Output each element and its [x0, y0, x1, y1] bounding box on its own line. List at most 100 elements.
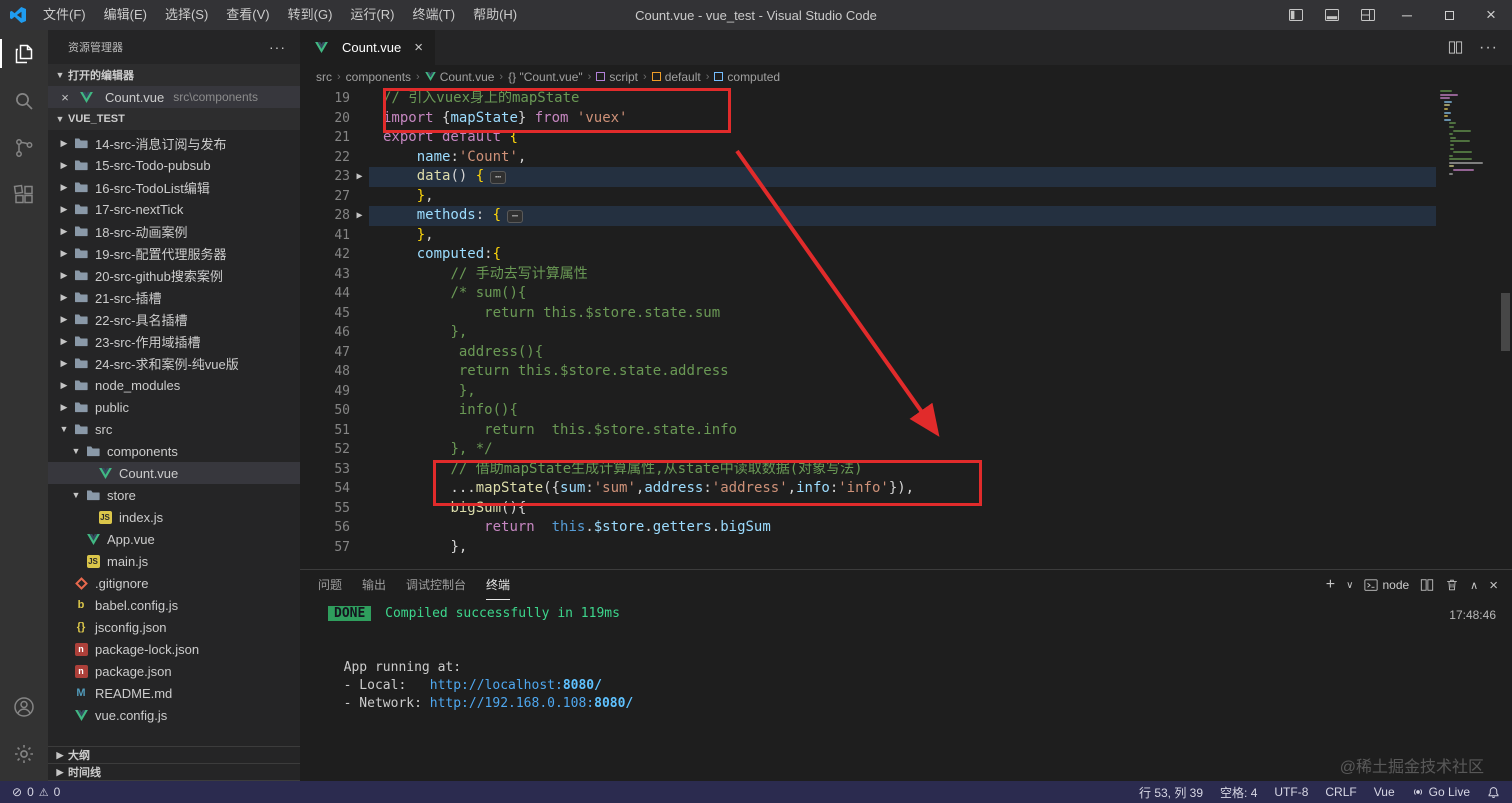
tree-item[interactable]: ▶ 15-src-Todo-pubsub [48, 154, 300, 176]
tree-item[interactable]: n package-lock.json [48, 638, 300, 660]
menu-item[interactable]: 查看(V) [217, 0, 278, 30]
fold-chevron-icon[interactable]: ▶ [350, 167, 369, 187]
tree-item[interactable]: App.vue [48, 528, 300, 550]
status-problems[interactable]: ⊘ 0 ⚠ 0 [12, 785, 60, 799]
account-icon[interactable] [0, 683, 48, 730]
tree-item[interactable]: .gitignore [48, 572, 300, 594]
tree-item[interactable]: ▶ 19-src-配置代理服务器 [48, 242, 300, 264]
project-section-header[interactable]: ▼ VUE_TEST [48, 108, 300, 130]
code-line[interactable]: 43 // 手动去写计算属性 [300, 265, 1436, 285]
breadcrumb-item[interactable]: default [651, 70, 701, 84]
tree-item[interactable]: ▶ 22-src-具名插槽 [48, 308, 300, 330]
customize-layout-icon[interactable] [1350, 0, 1386, 30]
code-line[interactable]: 19 // 引入vuex身上的mapState [300, 89, 1436, 109]
code-line[interactable]: 52 }, */ [300, 440, 1436, 460]
sidebar-more-actions-icon[interactable]: ··· [269, 39, 286, 55]
code-line[interactable]: 42 computed:{ [300, 245, 1436, 265]
tree-item[interactable]: ▶ node_modules [48, 374, 300, 396]
tree-item[interactable]: b babel.config.js [48, 594, 300, 616]
outline-section[interactable]: ▶ 大纲 [48, 747, 300, 764]
code-line[interactable]: 41 }, [300, 226, 1436, 246]
menu-item[interactable]: 文件(F) [34, 0, 95, 30]
close-editor-icon[interactable]: × [58, 90, 72, 105]
open-editors-section[interactable]: ▼ 打开的编辑器 [48, 64, 300, 86]
breadcrumb-item[interactable]: src [316, 70, 332, 84]
status-item-go-live[interactable]: Go Live [1412, 784, 1470, 801]
minimap[interactable] [1440, 90, 1496, 176]
tree-item[interactable]: ▶ 18-src-动画案例 [48, 220, 300, 242]
tree-item[interactable]: ▶ 23-src-作用域插槽 [48, 330, 300, 352]
menu-item[interactable]: 编辑(E) [95, 0, 156, 30]
code-line[interactable]: 48 return this.$store.state.address [300, 362, 1436, 382]
tree-item[interactable]: ▼ store [48, 484, 300, 506]
code-line[interactable]: 21 export default { [300, 128, 1436, 148]
tree-item[interactable]: ▶ 21-src-插槽 [48, 286, 300, 308]
terminal-link[interactable]: 8080/ [594, 696, 633, 711]
status-item-vue[interactable]: Vue [1374, 784, 1395, 801]
terminal-dropdown-icon[interactable]: ∨ [1346, 580, 1353, 591]
tree-item[interactable]: ▶ public [48, 396, 300, 418]
terminal-link[interactable]: http://192.168.0.108: [430, 696, 594, 711]
close-button[interactable]: × [1470, 0, 1512, 30]
extensions-icon[interactable] [0, 171, 48, 218]
tree-item[interactable]: JS index.js [48, 506, 300, 528]
terminal-output[interactable]: DONE Compiled successfully in 119ms App … [300, 600, 1512, 781]
panel-tab-item[interactable]: 输出 [362, 570, 386, 600]
settings-gear-icon[interactable] [0, 730, 48, 777]
maximize-panel-icon[interactable]: ∧ [1470, 579, 1478, 592]
menu-item[interactable]: 帮助(H) [464, 0, 526, 30]
editor-more-actions-icon[interactable]: ··· [1479, 39, 1498, 57]
source-control-icon[interactable] [0, 124, 48, 171]
toggle-panel-icon[interactable] [1314, 0, 1350, 30]
fold-chevron-icon[interactable]: ▶ [350, 206, 369, 226]
code-line[interactable]: 27 }, [300, 187, 1436, 207]
code-line[interactable]: 20 import {mapState} from 'vuex' [300, 109, 1436, 129]
panel-tab-item[interactable]: 问题 [318, 570, 342, 600]
status-item-crlf[interactable]: CRLF [1325, 784, 1356, 801]
close-panel-icon[interactable]: × [1489, 577, 1498, 594]
status-item-utf-8[interactable]: UTF-8 [1274, 784, 1308, 801]
breadcrumb-item[interactable]: computed [714, 70, 780, 84]
tree-item[interactable]: vue.config.js [48, 704, 300, 726]
code-line[interactable]: 47 address(){ [300, 343, 1436, 363]
menu-item[interactable]: 运行(R) [341, 0, 403, 30]
breadcrumb-item[interactable]: {} "Count.vue" [508, 70, 583, 84]
code-line[interactable]: 45 return this.$store.state.sum [300, 304, 1436, 324]
explorer-icon[interactable] [0, 30, 48, 77]
tree-item[interactable]: JS main.js [48, 550, 300, 572]
code-line[interactable]: 46 }, [300, 323, 1436, 343]
breadcrumb-item[interactable]: script [596, 70, 638, 84]
code-line[interactable]: 23 ▶ data() {⋯ [300, 167, 1436, 187]
panel-tab-item[interactable]: 调试控制台 [406, 570, 466, 600]
terminal-profile[interactable]: node [1364, 578, 1409, 592]
code-line[interactable]: 53 // 借助mapState生成计算属性,从state中读取数据(对象写法) [300, 460, 1436, 480]
timeline-section[interactable]: ▶ 时间线 [48, 764, 300, 781]
code-editor[interactable]: 19// 引入vuex身上的mapState 20 import {mapState… [300, 88, 1512, 569]
kill-terminal-icon[interactable] [1445, 578, 1459, 592]
terminal-link[interactable]: http://localhost: [430, 678, 563, 693]
code-line[interactable]: 51 return this.$store.state.info [300, 421, 1436, 441]
tree-item[interactable]: ▶ 20-src-github搜索案例 [48, 264, 300, 286]
terminal-link[interactable]: 8080/ [563, 678, 602, 693]
folded-region-icon[interactable]: ⋯ [507, 210, 524, 223]
tree-item[interactable]: ▼ components [48, 440, 300, 462]
breadcrumb-item[interactable]: Count.vue [424, 70, 494, 84]
maximize-button[interactable] [1428, 0, 1470, 30]
toggle-sidebar-icon[interactable] [1278, 0, 1314, 30]
status-item--53-39[interactable]: 行 53, 列 39 [1139, 784, 1203, 801]
code-line[interactable]: 22 name:'Count', [300, 148, 1436, 168]
code-line[interactable]: 49 }, [300, 382, 1436, 402]
code-line[interactable]: 50 info(){ [300, 401, 1436, 421]
tree-item[interactable]: Count.vue [48, 462, 300, 484]
tab-count-vue[interactable]: Count.vue × [300, 30, 436, 65]
tree-item[interactable]: ▶ 16-src-TodoList编辑 [48, 176, 300, 198]
code-line[interactable]: 56 return this.$store.getters.bigSum [300, 518, 1436, 538]
code-line[interactable]: 28 ▶ methods: {⋯ [300, 206, 1436, 226]
code-line[interactable]: 55 bigSum(){ [300, 499, 1436, 519]
tree-item[interactable]: M README.md [48, 682, 300, 704]
tree-item[interactable]: ▶ 17-src-nextTick [48, 198, 300, 220]
menu-item[interactable]: 转到(G) [279, 0, 342, 30]
split-editor-icon[interactable] [1448, 40, 1463, 55]
tree-item[interactable]: ▶ 24-src-求和案例-纯vue版 [48, 352, 300, 374]
editor-scrollbar[interactable] [1501, 293, 1510, 351]
